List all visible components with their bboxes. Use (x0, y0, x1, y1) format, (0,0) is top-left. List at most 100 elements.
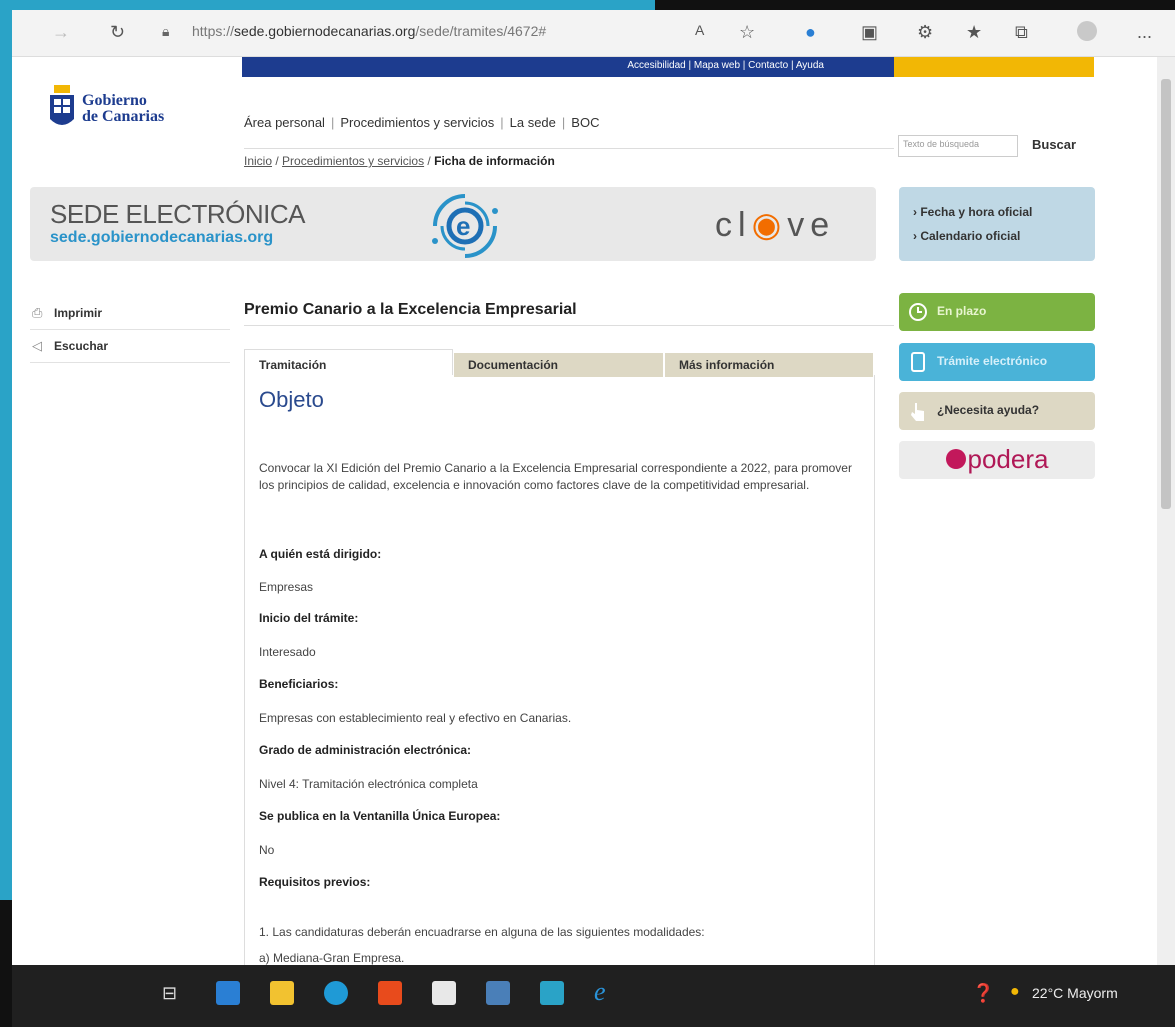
object-description: Convocar la XI Edición del Premio Canari… (259, 461, 852, 492)
field-value: Interesado (259, 645, 316, 659)
divider (244, 148, 894, 149)
nav-boc[interactable]: BOC (571, 115, 599, 130)
top-utility-links[interactable]: Accesibilidad | Mapa web | Contacto | Ay… (627, 60, 824, 71)
collections-icon[interactable]: ⧉ (1015, 22, 1028, 43)
url-path: /sede/tramites/4672# (415, 23, 547, 39)
clock-icon (909, 303, 927, 321)
clave-text-b: ve (787, 206, 836, 244)
field-value: Empresas con establecimiento real y efec… (259, 711, 572, 725)
field-label: Se publica en la Ventanilla Única Europe… (259, 809, 501, 823)
banner-title: SEDE ELECTRÓNICA (50, 199, 305, 229)
store-app-icon[interactable] (432, 981, 456, 1005)
read-aloud-icon[interactable]: A (695, 22, 704, 38)
field-label: Requisitos previos: (259, 875, 371, 889)
calendario-link[interactable]: › Calendario oficial (913, 229, 1020, 243)
favorites-icon[interactable]: ★ (966, 22, 982, 43)
clave-circle-icon: ◉ (751, 206, 788, 244)
forward-arrow-icon[interactable]: → (52, 22, 70, 43)
requisito-line: 1. Las candidaturas deberán encuadrarse … (259, 925, 705, 939)
breadcrumb: Inicio / Procedimientos y servicios / Fi… (244, 154, 555, 168)
windows-taskbar: ⊟ e ❓ ● 22°C Mayorm (12, 965, 1175, 1027)
web-page: Accesibilidad | Mapa web | Contacto | Ay… (12, 57, 1157, 965)
vertical-scrollbar[interactable] (1157, 57, 1175, 965)
listen-action[interactable]: ◁ Escuchar (30, 330, 230, 363)
nav-area-personal[interactable]: Área personal (244, 115, 325, 130)
address-bar[interactable]: 🔒︎ https://sede.gobiernodecanarias.org/s… (162, 19, 642, 45)
print-action[interactable]: ⎙ Imprimir (30, 297, 230, 330)
sede-banner[interactable]: SEDE ELECTRÓNICA sede.gobiernodecanarias… (30, 187, 876, 261)
field-value: No (259, 843, 275, 857)
clave-logo: cl◉ve (715, 205, 835, 245)
help-icon[interactable]: ❓ (972, 983, 994, 1004)
listen-label: Escuchar (54, 339, 109, 353)
nav-la-sede[interactable]: La sede (510, 115, 556, 130)
requisito-line: a) Mediana-Gran Empresa. (259, 951, 405, 965)
fecha-hora-link[interactable]: › Fecha y hora oficial (913, 205, 1032, 219)
logo-text: Gobierno de Canarias (82, 93, 164, 125)
extensions-puzzle-icon[interactable]: ⚙ (917, 22, 933, 43)
en-plazo-button[interactable]: En plazo (899, 293, 1095, 331)
weather-sun-icon: ● (1010, 983, 1020, 1000)
top-utility-bar: Accesibilidad | Mapa web | Contacto | Ay… (242, 57, 894, 77)
print-label: Imprimir (54, 306, 103, 320)
field-value: Nivel 4: Tramitación electrónica complet… (259, 777, 478, 791)
url-text: https://sede.gobiernodecanarias.org/sede… (192, 23, 546, 39)
url-prefix: https:// (192, 23, 235, 39)
internet-explorer-icon[interactable]: e (594, 977, 606, 1007)
field-value: Empresas (259, 580, 314, 594)
favorite-add-icon[interactable]: ☆ (739, 22, 755, 43)
scrollbar-thumb[interactable] (1161, 79, 1171, 509)
browser-toolbar: → ↻ 🔒︎ https://sede.gobiernodecanarias.o… (12, 10, 1175, 57)
field-label: Beneficiarios: (259, 677, 339, 691)
file-explorer-icon[interactable] (270, 981, 294, 1005)
network-app-icon[interactable] (486, 981, 510, 1005)
task-view-icon[interactable]: ⊟ (162, 983, 177, 1004)
search-button[interactable]: Buscar (1032, 137, 1076, 152)
main-navigation: Área personal | Procedimientos y servicios… (244, 115, 599, 130)
more-menu-icon[interactable]: ... (1137, 22, 1152, 43)
tramite-electronico-button[interactable]: Trámite electrónico (899, 343, 1095, 381)
office-app-icon[interactable] (378, 981, 402, 1005)
browser-window: → ↻ 🔒︎ https://sede.gobiernodecanarias.o… (12, 10, 1175, 1027)
svg-text:e: e (456, 211, 470, 241)
banner-url: sede.gobiernodecanarias.org (50, 229, 274, 246)
nav-separator: | (330, 115, 335, 130)
divider (244, 325, 894, 326)
hand-pointer-icon (911, 403, 924, 421)
edge-browser-icon[interactable] (324, 981, 348, 1005)
tab-documentacion[interactable]: Documentación (454, 353, 663, 377)
apodera-link[interactable]: podera (899, 441, 1095, 479)
breadcrumb-inicio[interactable]: Inicio (244, 154, 272, 168)
e-logo-icon: e (432, 194, 498, 258)
ayuda-label: ¿Necesita ayuda? (937, 403, 1040, 417)
printer-icon: ⎙ (32, 305, 43, 320)
search-input[interactable]: Texto de búsqueda (898, 135, 1018, 157)
left-actions: ⎙ Imprimir ◁ Escuchar (30, 297, 230, 363)
nav-separator: | (500, 115, 504, 130)
mail-app-icon[interactable] (216, 981, 240, 1005)
extension-blue-icon[interactable]: ● (805, 22, 816, 43)
logo-line-1: Gobierno (82, 92, 147, 109)
field-label: Grado de administración electrónica: (259, 743, 472, 757)
top-accent-bar (894, 57, 1094, 77)
site-logo[interactable]: Gobierno de Canarias (48, 79, 208, 139)
ayuda-button[interactable]: ¿Necesita ayuda? (899, 392, 1095, 430)
page-title: Premio Canario a la Excelencia Empresari… (244, 301, 577, 318)
clave-text-a: cl (715, 206, 752, 244)
photos-app-icon[interactable] (540, 981, 564, 1005)
logo-line-2: de Canarias (82, 108, 165, 125)
field-label: Inicio del trámite: (259, 611, 359, 625)
nav-procedimientos[interactable]: Procedimientos y servicios (340, 115, 494, 130)
extension-icon[interactable]: ▣ (861, 22, 878, 43)
tramite-label: Trámite electrónico (937, 354, 1048, 368)
weather-text[interactable]: 22°C Mayorm (1032, 985, 1118, 1001)
field-label: A quién está dirigido: (259, 547, 382, 561)
section-heading: Objeto (259, 387, 324, 412)
en-plazo-label: En plazo (937, 304, 987, 318)
url-host: sede.gobiernodecanarias.org (234, 23, 416, 39)
breadcrumb-procedimientos[interactable]: Procedimientos y servicios (282, 154, 424, 168)
refresh-icon[interactable]: ↻ (110, 22, 125, 43)
tab-tramitacion[interactable]: Tramitación (244, 349, 453, 375)
tab-mas-informacion[interactable]: Más información (665, 353, 873, 377)
profile-avatar[interactable] (1077, 21, 1097, 41)
